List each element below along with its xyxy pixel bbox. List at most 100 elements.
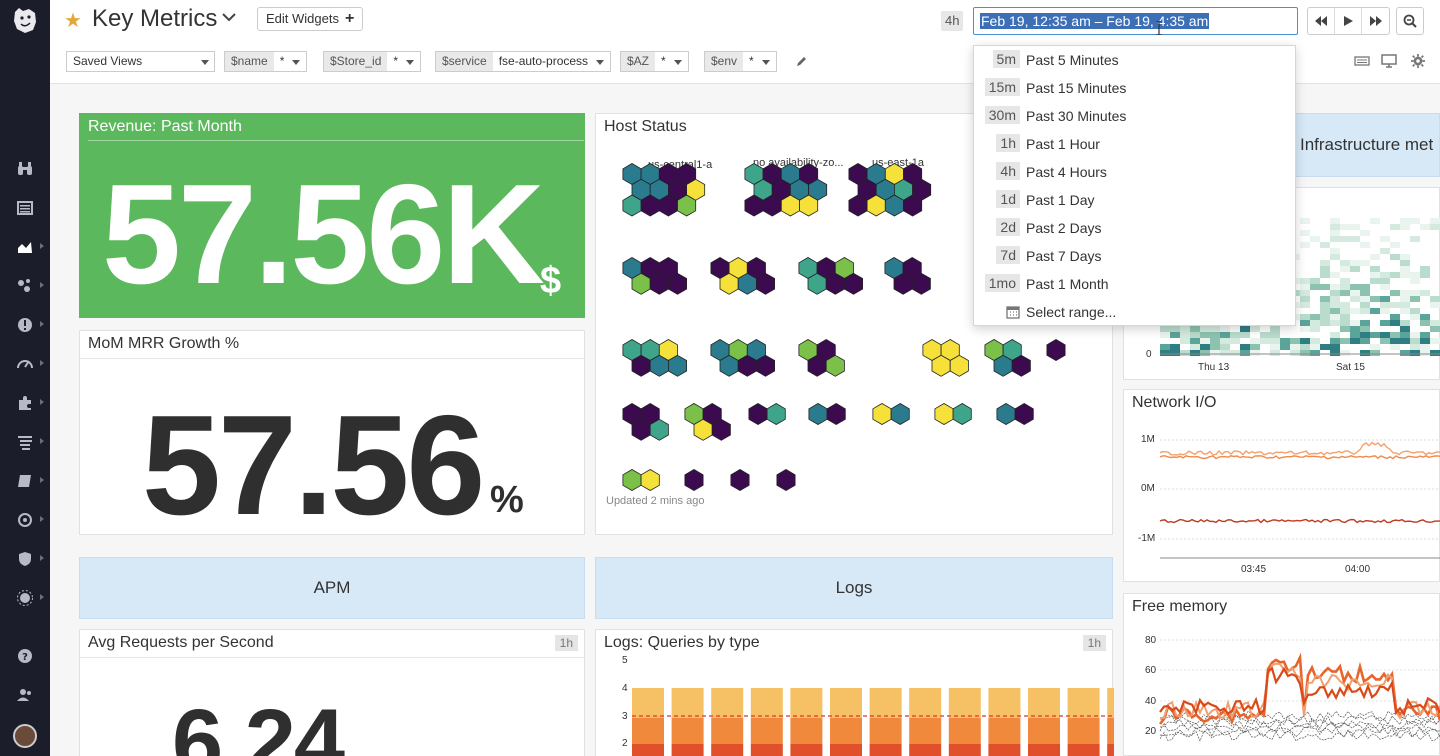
widget-avg-requests[interactable]: Avg Requests per Second 1h 6.24 <box>79 629 585 756</box>
heatmap-cell <box>1350 236 1360 242</box>
bar-segment <box>632 688 664 718</box>
datadog-logo-icon[interactable] <box>9 4 41 36</box>
sidebar-item-watchdog[interactable] <box>12 158 38 180</box>
sidebar-item-team[interactable] <box>12 684 38 706</box>
timeframe-option-label: Past 4 Hours <box>1026 164 1107 180</box>
play-button[interactable] <box>1335 8 1362 34</box>
heatmap-cell <box>1420 290 1430 296</box>
template-var-store-id[interactable]: $Store_id * <box>323 51 422 72</box>
sidebar-item-rum[interactable] <box>12 587 44 609</box>
edit-widgets-label: Edit Widgets <box>266 11 339 26</box>
heatmap-cell <box>1340 278 1350 284</box>
sidebar-item-security[interactable] <box>12 548 44 570</box>
timeframe-input[interactable]: Feb 19, 12:35 am – Feb 19, 4:35 am <box>973 7 1298 35</box>
widget-revenue[interactable]: Revenue: Past Month 57.56K $ <box>79 113 585 318</box>
gear-icon[interactable] <box>1410 54 1426 68</box>
sidebar-item-integrations[interactable] <box>12 392 44 414</box>
timeframe-option[interactable]: 1mo Past 1 Month <box>974 270 1295 298</box>
template-var-service[interactable]: $service fse-auto-process <box>435 51 612 72</box>
step-back-button[interactable] <box>1308 8 1335 34</box>
bar-segment <box>948 688 981 718</box>
sidebar-item-monitors[interactable] <box>12 314 44 336</box>
section-logs[interactable]: Logs <box>595 557 1113 619</box>
sidebar-item-apm[interactable] <box>12 353 44 375</box>
widget-mom-growth[interactable]: MoM MRR Growth % 57.56 % <box>79 330 585 537</box>
saved-views-select[interactable]: Saved Views <box>66 51 215 72</box>
widget-network-io[interactable]: Network I/O 1M 0M -1M 03:45 04:00 <box>1123 389 1440 582</box>
series-line <box>1159 730 1440 742</box>
sidebar-item-logs[interactable] <box>12 431 44 453</box>
timeframe-option[interactable]: 1d Past 1 Day <box>974 186 1295 214</box>
select-range-option[interactable]: Select range... <box>974 298 1295 326</box>
timeframe-option[interactable]: 4h Past 4 Hours <box>974 158 1295 186</box>
select-range-label: Select range... <box>1026 304 1117 320</box>
template-var-label: $AZ <box>621 52 656 71</box>
sidebar-item-events[interactable] <box>12 197 38 219</box>
heatmap-cell <box>1390 242 1400 248</box>
star-icon[interactable]: ★ <box>64 8 82 33</box>
template-var-value[interactable]: * <box>655 52 688 71</box>
keyboard-icon[interactable] <box>1354 54 1370 68</box>
heatmap-cell <box>1370 266 1380 272</box>
plus-icon: + <box>344 10 355 27</box>
timeframe-option[interactable]: 30m Past 30 Minutes <box>974 102 1295 130</box>
heatmap-cell <box>1190 326 1200 332</box>
book-icon <box>18 475 31 487</box>
heatmap-cell <box>1410 332 1420 338</box>
heatmap-cell <box>1400 320 1410 326</box>
zoom-out-button[interactable] <box>1396 7 1424 35</box>
template-var-value[interactable]: * <box>387 52 420 71</box>
heatmap-cell <box>1410 308 1420 314</box>
template-var-value[interactable]: * <box>743 52 776 71</box>
timeframe-option[interactable]: 2d Past 2 Days <box>974 214 1295 242</box>
sidebar-item-notebooks[interactable] <box>12 470 44 492</box>
series-line <box>1159 455 1440 460</box>
template-var-name[interactable]: $name * <box>224 51 308 72</box>
timeframe-option[interactable]: 5m Past 5 Minutes <box>974 46 1295 74</box>
heatmap-cell <box>1320 314 1330 320</box>
heatmap-cell <box>1290 344 1300 350</box>
widget-free-memory[interactable]: Free memory 80 60 40 20 <box>1123 593 1440 756</box>
timeframe-option[interactable]: 7d Past 7 Days <box>974 242 1295 270</box>
heatmap-cell <box>1400 302 1410 308</box>
chevron-down-icon[interactable] <box>222 12 236 22</box>
heatmap-cell <box>1220 326 1230 332</box>
network-chart[interactable] <box>1124 390 1440 583</box>
divider <box>80 358 584 359</box>
timeframe-option-abbr: 1mo <box>984 274 1020 292</box>
bar-segment <box>909 718 942 744</box>
edit-widgets-button[interactable]: Edit Widgets + <box>257 7 364 31</box>
logs-bar-chart[interactable] <box>596 630 1114 756</box>
y-tick-label: 0M <box>1141 483 1155 494</box>
host-hexagon <box>640 469 660 491</box>
template-var-value[interactable]: * <box>274 52 307 71</box>
heatmap-cell <box>1400 218 1410 224</box>
timeframe-option[interactable]: 1h Past 1 Hour <box>974 130 1295 158</box>
heatmap-cell <box>1330 230 1340 236</box>
timeframe-option[interactable]: 15m Past 15 Minutes <box>974 74 1295 102</box>
template-var-env[interactable]: $env * <box>704 51 777 72</box>
widget-logs-queries[interactable]: Logs: Queries by type 1h 5 4 3 2 <box>595 629 1114 756</box>
sidebar-item-synthetics[interactable] <box>12 509 44 531</box>
heatmap-cell <box>1360 290 1370 296</box>
section-title: Infrastructure met <box>1300 135 1434 154</box>
heatmap-cell <box>1430 224 1440 230</box>
template-var-value[interactable]: fse-auto-process <box>493 52 610 71</box>
sidebar-item-infrastructure[interactable] <box>12 275 44 297</box>
template-var-az[interactable]: $AZ * <box>620 51 689 72</box>
heatmap-cell <box>1300 350 1310 356</box>
pencil-icon[interactable] <box>796 55 808 67</box>
timeframe-option-abbr: 1h <box>996 134 1020 152</box>
sidebar-item-help[interactable]: ? <box>12 645 38 667</box>
heatmap-cell <box>1330 302 1340 308</box>
section-apm[interactable]: APM <box>79 557 585 619</box>
bar-segment <box>632 744 664 756</box>
sidebar-item-dashboards[interactable] <box>12 236 44 258</box>
heatmap-cell <box>1270 332 1280 338</box>
bar-segment <box>988 718 1021 744</box>
avatar[interactable] <box>13 724 37 748</box>
free-memory-chart[interactable] <box>1124 594 1440 756</box>
step-forward-button[interactable] <box>1362 8 1389 34</box>
tv-mode-icon[interactable] <box>1381 54 1397 68</box>
heatmap-cell <box>1410 344 1420 350</box>
